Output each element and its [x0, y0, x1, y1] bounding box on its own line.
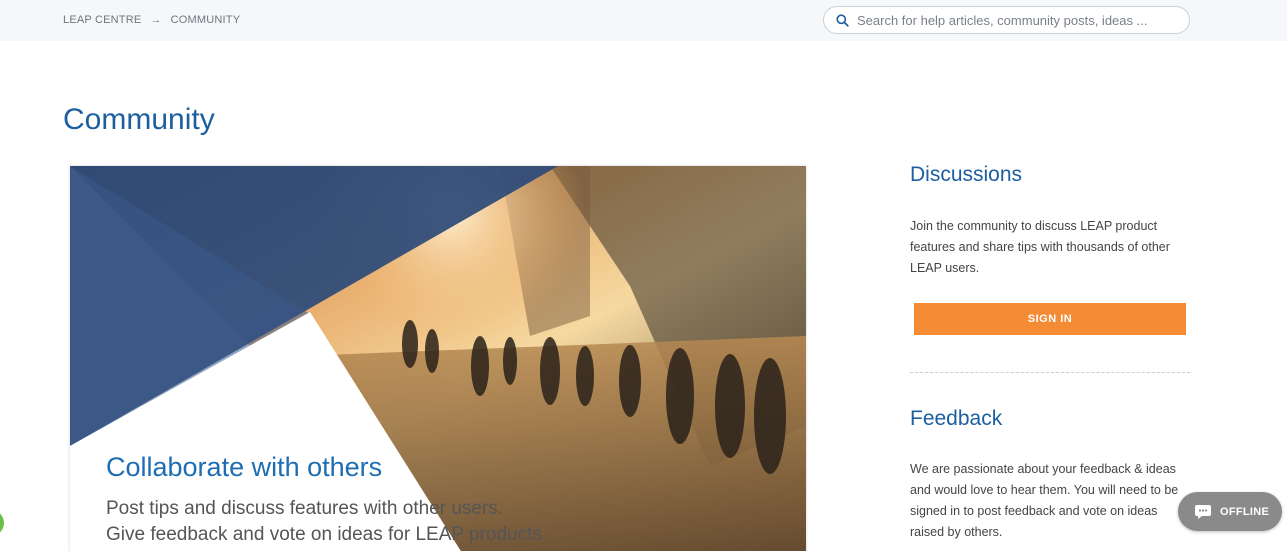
breadcrumb-community: COMMUNITY	[170, 14, 241, 26]
top-bar: LEAP CENTRE → COMMUNITY	[0, 0, 1287, 41]
search-icon	[836, 13, 849, 27]
hero-subtitle-line-1: Post tips and discuss features with othe…	[106, 498, 504, 519]
chat-bubble-icon	[1195, 504, 1211, 519]
search-input[interactable]	[857, 12, 1177, 28]
chat-offline-button[interactable]: OFFLINE	[1178, 492, 1282, 531]
feedback-description: We are passionate about your feedback & …	[910, 462, 1179, 539]
breadcrumb: LEAP CENTRE → COMMUNITY	[63, 14, 240, 26]
search-box[interactable]	[823, 6, 1190, 34]
hero-banner: Collaborate with others Post tips and di…	[70, 166, 806, 551]
chat-status-label: OFFLINE	[1220, 505, 1270, 518]
discussions-heading: Discussions	[910, 163, 1023, 186]
feedback-tab-handle[interactable]	[0, 510, 4, 536]
section-divider	[910, 372, 1190, 373]
page-title: Community	[63, 103, 215, 136]
sign-in-button[interactable]: SIGN IN	[914, 303, 1186, 335]
hero-image	[70, 166, 806, 551]
hero-subtitle-line-2: Give feedback and vote on ideas for LEAP…	[106, 524, 548, 545]
breadcrumb-leap-centre[interactable]: LEAP CENTRE	[63, 14, 141, 26]
discussions-description: Join the community to discuss LEAP produ…	[910, 219, 1170, 275]
arrow-right-icon: →	[150, 14, 162, 26]
feedback-heading: Feedback	[910, 407, 1003, 430]
hero-title: Collaborate with others	[106, 452, 383, 482]
